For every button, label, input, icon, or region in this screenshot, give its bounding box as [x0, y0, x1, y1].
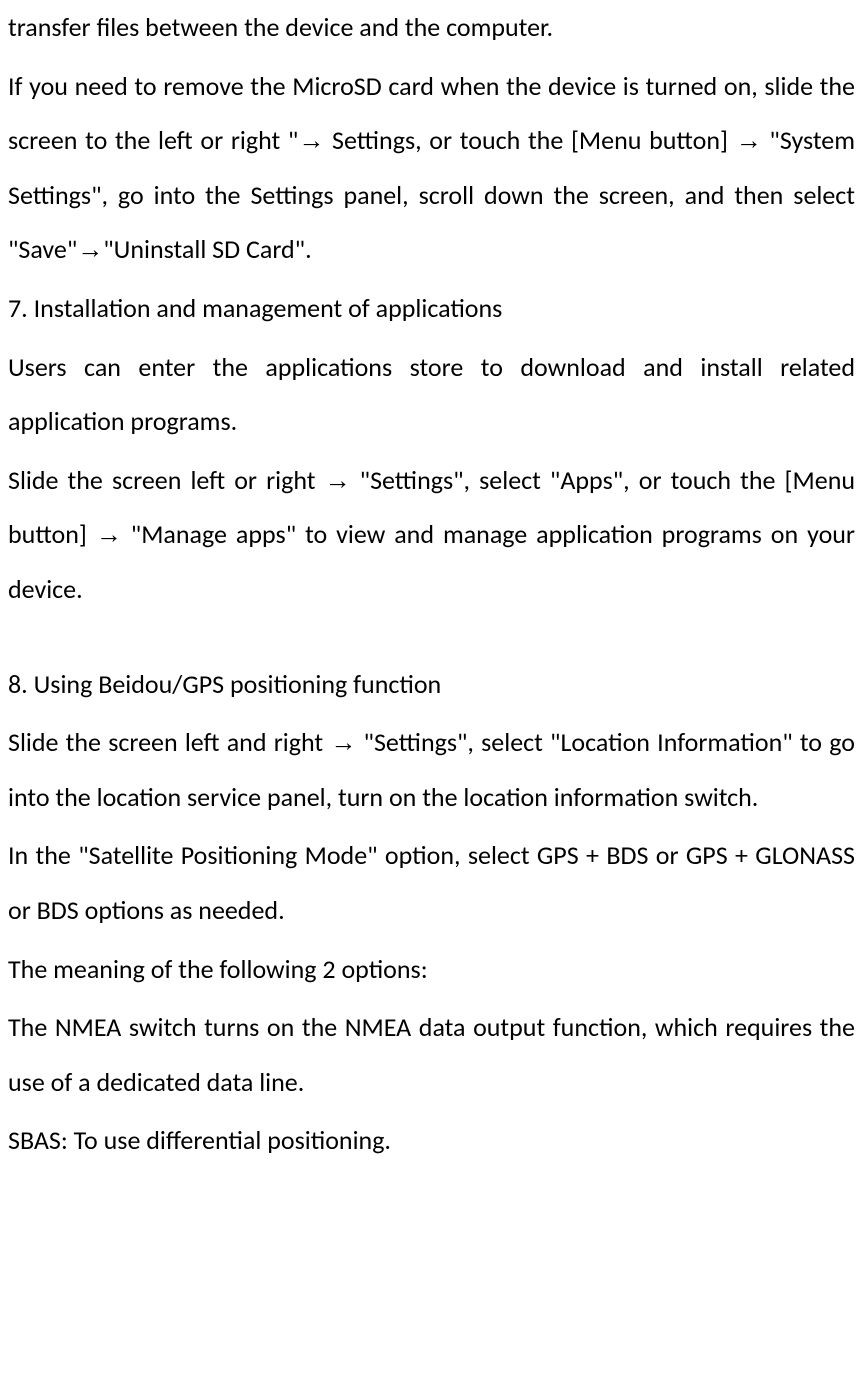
text-content: The NMEA switch turns on the NMEA data o…	[8, 1011, 855, 1098]
text-part: Settings, or touch the [Menu button]	[324, 124, 735, 156]
heading-section-7: 7. Installation and management of applic…	[8, 281, 855, 336]
paragraph-nmea-switch: The NMEA switch turns on the NMEA data o…	[8, 1000, 855, 1109]
heading-text: 8. Using Beidou/GPS positioning function	[8, 668, 441, 700]
text-content: The meaning of the following 2 options:	[8, 953, 428, 985]
heading-section-8: 8. Using Beidou/GPS positioning function	[8, 657, 855, 712]
arrow-icon: →	[330, 727, 356, 757]
text-content: Users can enter the applications store t…	[8, 351, 855, 438]
paragraph-options-intro: The meaning of the following 2 options:	[8, 942, 855, 997]
text-part: "Manage apps" to view and manage applica…	[8, 518, 855, 605]
paragraph-location-settings: Slide the screen left and right → "Setti…	[8, 715, 855, 824]
arrow-icon: →	[77, 234, 103, 264]
text-part: Slide the screen left and right	[8, 726, 330, 758]
text-content: In the "Satellite Positioning Mode" opti…	[8, 839, 855, 926]
arrow-icon: →	[96, 519, 122, 549]
paragraph-satellite-mode: In the "Satellite Positioning Mode" opti…	[8, 828, 855, 937]
arrow-icon: →	[298, 125, 324, 155]
arrow-icon: →	[736, 125, 762, 155]
text-content: transfer files between the device and th…	[8, 11, 553, 43]
text-part: Slide the screen left or right	[8, 464, 325, 496]
paragraph-sbas: SBAS: To use differential positioning.	[8, 1113, 855, 1168]
arrow-icon: →	[325, 465, 351, 495]
text-content: SBAS: To use differential positioning.	[8, 1124, 391, 1156]
text-part: "Uninstall SD Card".	[103, 233, 311, 265]
paragraph-app-store: Users can enter the applications store t…	[8, 340, 855, 449]
paragraph-manage-apps: Slide the screen left or right → "Settin…	[8, 453, 855, 617]
paragraph-remove-microsd: If you need to remove the MicroSD card w…	[8, 59, 855, 277]
heading-text: 7. Installation and management of applic…	[8, 292, 502, 324]
paragraph-transfer-files: transfer files between the device and th…	[8, 0, 855, 55]
